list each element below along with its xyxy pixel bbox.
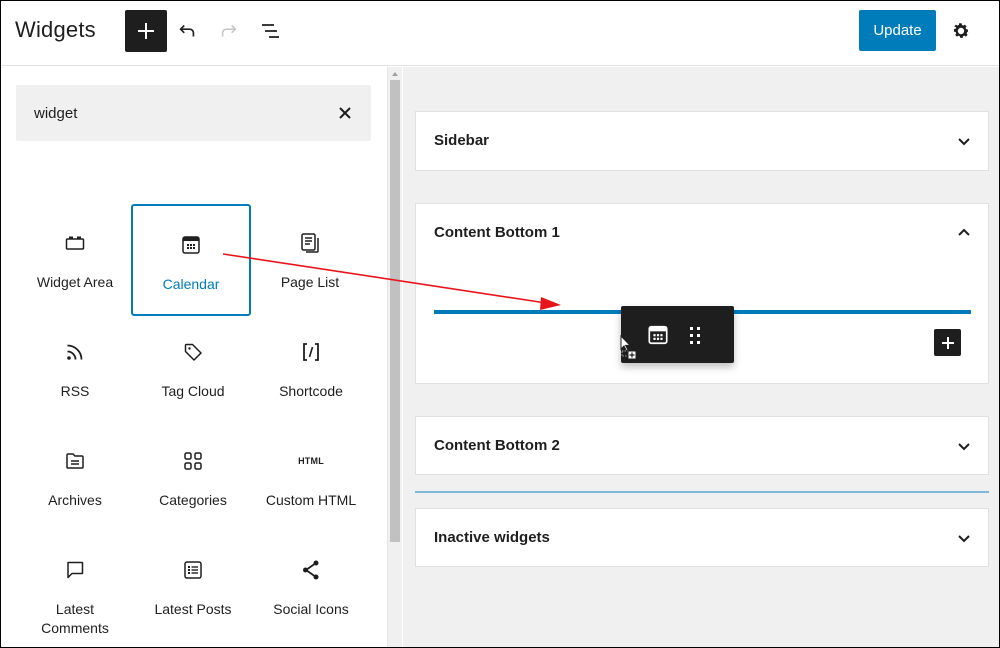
block-item-rss[interactable]: RSS [15,313,135,425]
chevron-down-icon [958,443,970,451]
post-list-icon [184,561,202,579]
chevron-down-icon [958,138,970,146]
block-item-categories[interactable]: Categories [133,422,253,534]
block-label: Tag Cloud [161,383,225,399]
block-item-latest-posts[interactable]: Latest Posts [133,531,253,643]
close-icon [339,107,351,119]
share-icon [303,560,319,580]
widget-area-title: Inactive widgets [434,529,550,546]
tag-icon [184,343,202,361]
gear-icon [953,23,969,38]
add-block-button[interactable] [934,329,961,356]
html-icon: HTML [298,456,324,466]
widget-area-toggle[interactable]: Inactive widgets [416,509,988,567]
plus-icon [941,336,954,349]
block-label: Custom HTML [265,492,357,508]
widget-area-title: Sidebar [434,132,490,149]
block-label: Widget Area [36,274,114,290]
widget-area-toggle[interactable]: Content Bottom 2 [416,417,988,475]
widget-area-toggle[interactable]: Content Bottom 1 [416,204,988,262]
page-title: Widgets [15,17,96,42]
block-item-tag-cloud[interactable]: Tag Cloud [133,313,253,425]
categories-icon [184,452,202,470]
redo-button[interactable] [211,13,247,49]
widget-area-title: Content Bottom 2 [434,437,560,454]
rss-icon [67,344,83,360]
settings-button[interactable] [943,13,979,49]
widget-area-icon [65,236,85,250]
drag-handle-icon [690,327,700,344]
between-areas-indicator [415,491,989,493]
block-item-calendar[interactable]: Calendar [131,204,251,316]
widget-area-title: Content Bottom 1 [434,224,560,241]
block-inserter-panel: Widget Area Calendar Page List RSS [1,67,387,647]
block-label: Calendar [162,276,220,292]
block-item-widget-area[interactable]: Widget Area [15,204,135,316]
chevron-up-icon [958,228,970,236]
undo-icon [179,24,195,37]
block-label: Shortcode [279,383,343,399]
block-inserter-toggle-button[interactable] [125,10,167,52]
widget-area-content-bottom-2: Content Bottom 2 [415,416,989,475]
widget-area-sidebar: Sidebar [415,111,989,171]
block-label: Latest Comments [41,601,109,636]
archive-icon [66,453,84,469]
shortcode-icon [303,343,319,361]
chevron-down-icon [958,535,970,543]
block-label: Archives [48,492,102,508]
list-view-icon [262,24,279,38]
widget-area-toggle[interactable]: Sidebar [416,112,988,170]
redo-icon [221,24,237,37]
calendar-icon [648,325,668,345]
page-list-icon [301,233,319,253]
block-item-shortcode[interactable]: Shortcode [251,313,371,425]
scroll-up-arrow-icon[interactable] [392,72,398,76]
comment-icon [67,561,84,579]
block-label: Latest Posts [154,601,232,617]
editor-header: Widgets Update [1,1,999,66]
block-search [16,85,371,141]
clear-search-button[interactable] [333,101,357,125]
block-item-latest-comments[interactable]: Latest Comments [15,531,135,643]
calendar-icon [182,236,200,254]
widgets-editor: Widgets Update widget Widget Area Calend… [0,0,1000,648]
block-item-page-list[interactable]: Page List [250,204,370,316]
widget-area-inactive-widgets: Inactive widgets [415,508,989,567]
block-label: Page List [280,274,340,290]
copy-drag-cursor-icon [620,335,637,360]
block-item-archives[interactable]: Archives [15,422,135,534]
plus-icon [138,23,154,39]
update-button[interactable]: Update [859,10,936,51]
block-search-input[interactable] [34,85,324,141]
block-label: Social Icons [273,601,349,617]
block-item-custom-html[interactable]: HTML Custom HTML [251,422,371,534]
undo-button[interactable] [169,13,205,49]
inserter-scrollbar[interactable] [387,67,402,647]
block-label: RSS [60,383,90,399]
list-view-button[interactable] [253,13,289,49]
scrollbar-thumb[interactable] [390,80,400,542]
block-item-social-icons[interactable]: Social Icons [251,531,371,643]
block-label: Categories [159,492,227,508]
